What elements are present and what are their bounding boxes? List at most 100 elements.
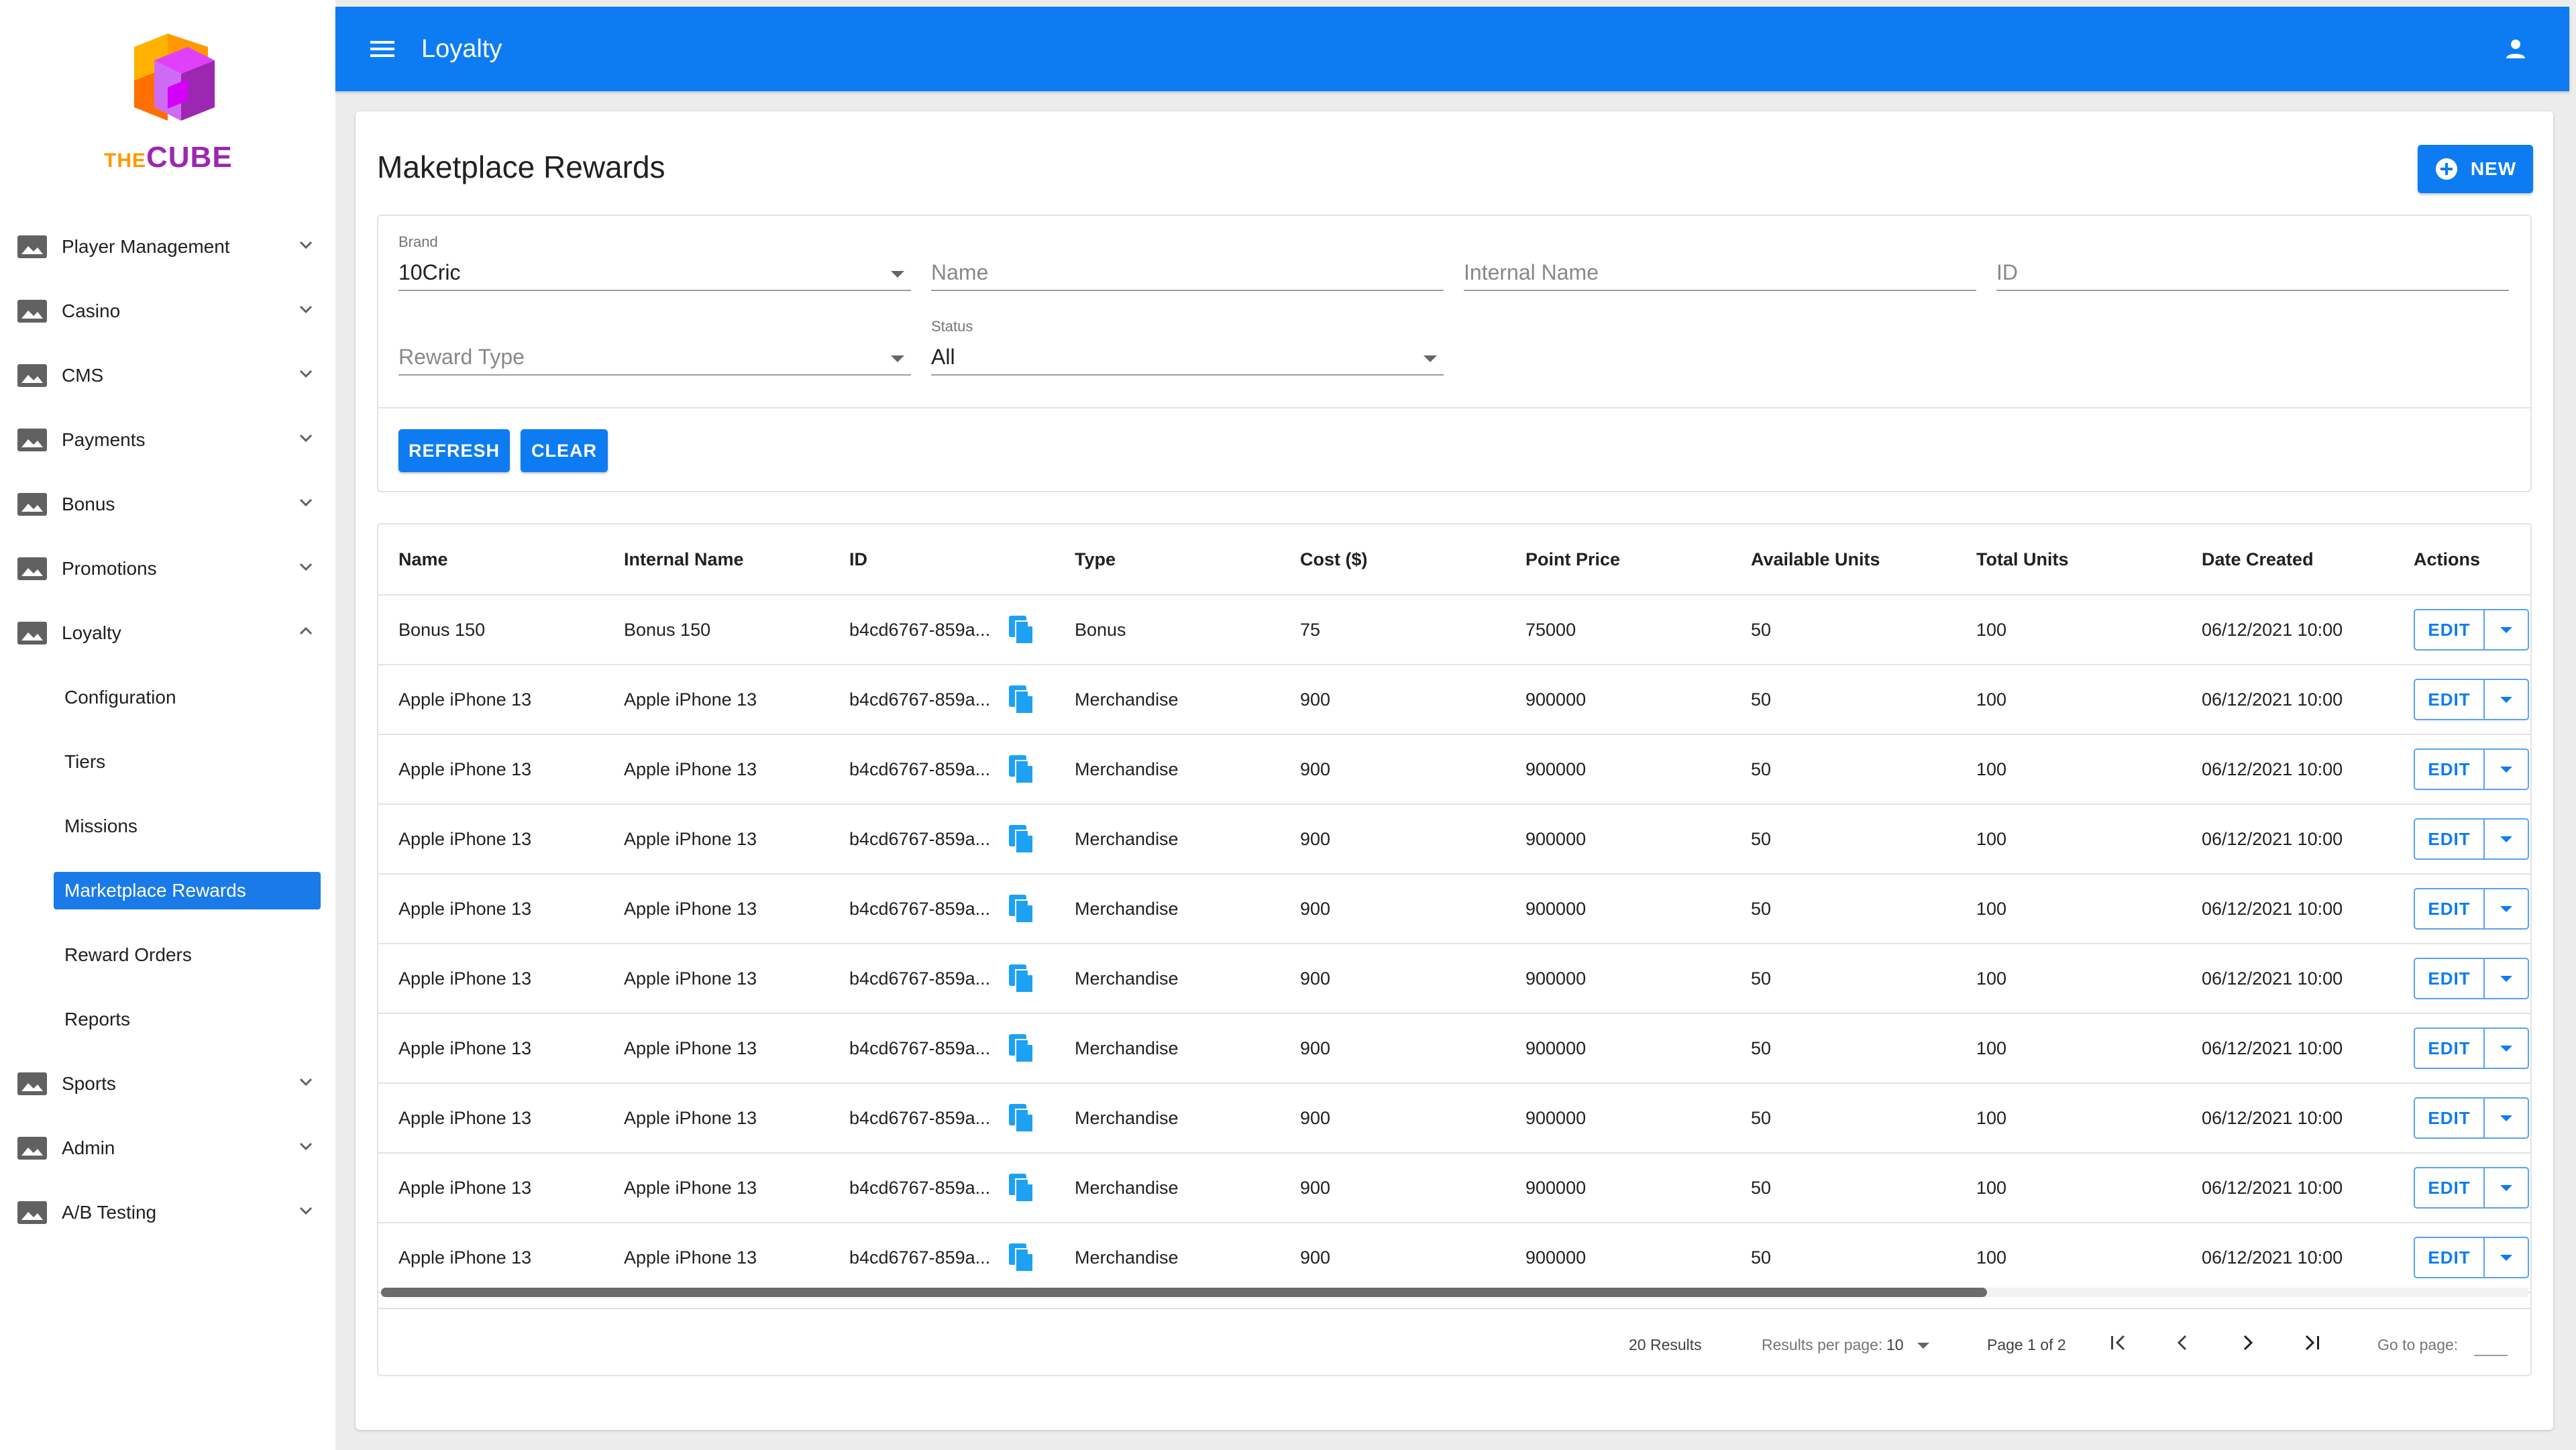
copy-icon[interactable] bbox=[1008, 824, 1036, 856]
sidebar-subitem-reward-orders[interactable]: Reward Orders bbox=[0, 923, 335, 987]
refresh-button[interactable]: REFRESH bbox=[398, 429, 510, 472]
dropdown-arrow-icon bbox=[2500, 1115, 2512, 1121]
edit-button[interactable]: EDIT bbox=[2415, 1099, 2485, 1137]
dropdown-arrow-icon bbox=[2500, 1254, 2512, 1261]
edit-split-button: EDIT bbox=[2414, 1097, 2529, 1139]
copy-icon[interactable] bbox=[1008, 1172, 1036, 1205]
image-icon bbox=[17, 622, 47, 645]
copy-icon[interactable] bbox=[1008, 754, 1036, 786]
sidebar-item-payments[interactable]: Payments bbox=[0, 408, 335, 472]
copy-icon[interactable] bbox=[1008, 1242, 1036, 1274]
cell-id: b4cd6767-859a... bbox=[849, 1038, 991, 1058]
reward-type-select[interactable]: Reward Type bbox=[398, 302, 911, 376]
edit-dropdown-button[interactable] bbox=[2485, 1029, 2528, 1068]
edit-button[interactable]: EDIT bbox=[2415, 889, 2485, 928]
sidebar-item-loyalty[interactable]: Loyalty bbox=[0, 601, 335, 665]
id-input[interactable]: ID bbox=[1996, 217, 2509, 291]
sidebar-item-casino[interactable]: Casino bbox=[0, 279, 335, 343]
sidebar-item-player-management[interactable]: Player Management bbox=[0, 215, 335, 279]
sidebar-subitem-reports[interactable]: Reports bbox=[0, 987, 335, 1052]
column-header-name[interactable]: Name bbox=[398, 549, 448, 570]
column-header-internal-name[interactable]: Internal Name bbox=[624, 549, 744, 570]
edit-button[interactable]: EDIT bbox=[2415, 750, 2485, 789]
reward-type-placeholder: Reward Type bbox=[398, 345, 525, 369]
brand-select[interactable]: Brand 10Cric bbox=[398, 217, 911, 291]
sidebar-subitem-missions[interactable]: Missions bbox=[0, 794, 335, 858]
copy-icon[interactable] bbox=[1008, 963, 1036, 995]
edit-dropdown-button[interactable] bbox=[2485, 680, 2528, 719]
copy-icon[interactable] bbox=[1008, 1033, 1036, 1065]
edit-split-button: EDIT bbox=[2414, 888, 2529, 930]
new-button[interactable]: NEW bbox=[2418, 145, 2533, 193]
edit-button[interactable]: EDIT bbox=[2415, 959, 2485, 998]
edit-dropdown-button[interactable] bbox=[2485, 1168, 2528, 1207]
edit-button[interactable]: EDIT bbox=[2415, 1029, 2485, 1068]
results-per-page-select[interactable]: 10 bbox=[1886, 1336, 1929, 1354]
column-header-point-price[interactable]: Point Price bbox=[1525, 549, 1620, 570]
column-header-actions[interactable]: Actions bbox=[2414, 549, 2480, 570]
sidebar-item-sports[interactable]: Sports bbox=[0, 1052, 335, 1116]
column-header-id[interactable]: ID bbox=[849, 549, 867, 570]
cell-date: 06/12/2021 10:00 bbox=[2202, 689, 2343, 710]
chevron-down-icon bbox=[297, 1072, 315, 1096]
previous-page-icon[interactable] bbox=[2169, 1329, 2196, 1356]
horizontal-scrollbar-thumb[interactable] bbox=[381, 1288, 1987, 1297]
cell-points: 900000 bbox=[1525, 968, 1587, 989]
edit-dropdown-button[interactable] bbox=[2485, 889, 2528, 928]
thecube-logo[interactable]: THECUBE bbox=[101, 34, 235, 174]
sidebar-item-label: Promotions bbox=[62, 558, 157, 579]
table-header: Name Internal Name ID Type Cost ($) Point Pri… bbox=[378, 524, 2530, 596]
sidebar-item-label: CMS bbox=[62, 365, 104, 386]
cell-available: 50 bbox=[1751, 898, 1772, 919]
edit-dropdown-button[interactable] bbox=[2485, 820, 2528, 858]
edit-dropdown-button[interactable] bbox=[2485, 1099, 2528, 1137]
status-select[interactable]: Status All bbox=[931, 302, 1444, 376]
name-input[interactable]: Name bbox=[931, 217, 1444, 291]
sidebar-subitem-tiers[interactable]: Tiers bbox=[0, 730, 335, 794]
sidebar-item-bonus[interactable]: Bonus bbox=[0, 472, 335, 537]
image-icon bbox=[17, 235, 47, 258]
edit-button[interactable]: EDIT bbox=[2415, 1168, 2485, 1207]
internal-name-input[interactable]: Internal Name bbox=[1464, 217, 1976, 291]
column-header-total-units[interactable]: Total Units bbox=[1976, 549, 2069, 570]
cell-name: Apple iPhone 13 bbox=[398, 1247, 532, 1268]
first-page-icon[interactable] bbox=[2105, 1329, 2132, 1356]
sidebar-subitem-configuration[interactable]: Configuration bbox=[0, 665, 335, 730]
dropdown-arrow-icon bbox=[2500, 696, 2512, 703]
column-header-available-units[interactable]: Available Units bbox=[1751, 549, 1880, 570]
sidebar-item-a-b-testing[interactable]: A/B Testing bbox=[0, 1180, 335, 1245]
edit-dropdown-button[interactable] bbox=[2485, 1238, 2528, 1277]
column-header-date-created[interactable]: Date Created bbox=[2202, 549, 2314, 570]
column-header-type[interactable]: Type bbox=[1075, 549, 1116, 570]
chevron-down-icon bbox=[297, 557, 315, 581]
copy-icon[interactable] bbox=[1008, 893, 1036, 926]
column-header-cost[interactable]: Cost ($) bbox=[1300, 549, 1368, 570]
cell-id: b4cd6767-859a... bbox=[849, 1247, 991, 1268]
go-to-page-input[interactable] bbox=[2474, 1355, 2508, 1356]
next-page-icon[interactable] bbox=[2234, 1329, 2261, 1356]
edit-dropdown-button[interactable] bbox=[2485, 610, 2528, 649]
copy-icon[interactable] bbox=[1008, 684, 1036, 716]
sidebar-item-admin[interactable]: Admin bbox=[0, 1116, 335, 1180]
last-page-icon[interactable] bbox=[2298, 1329, 2325, 1356]
edit-dropdown-button[interactable] bbox=[2485, 959, 2528, 998]
edit-dropdown-button[interactable] bbox=[2485, 750, 2528, 789]
edit-button[interactable]: EDIT bbox=[2415, 610, 2485, 649]
sidebar-nav: Player Management Casino CMS Payments Bonus P… bbox=[0, 215, 335, 1245]
sidebar-item-promotions[interactable]: Promotions bbox=[0, 537, 335, 601]
edit-button[interactable]: EDIT bbox=[2415, 820, 2485, 858]
cell-type: Merchandise bbox=[1075, 828, 1179, 849]
edit-button[interactable]: EDIT bbox=[2415, 680, 2485, 719]
edit-button[interactable]: EDIT bbox=[2415, 1238, 2485, 1277]
sidebar-item-cms[interactable]: CMS bbox=[0, 343, 335, 408]
copy-icon[interactable] bbox=[1008, 614, 1036, 647]
cell-name: Apple iPhone 13 bbox=[398, 1107, 532, 1128]
cell-type: Merchandise bbox=[1075, 689, 1179, 710]
cell-cost: 900 bbox=[1300, 1107, 1331, 1128]
hamburger-icon[interactable] bbox=[368, 37, 397, 61]
copy-icon[interactable] bbox=[1008, 1103, 1036, 1135]
sidebar-item-label: Player Management bbox=[62, 236, 230, 257]
clear-button[interactable]: CLEAR bbox=[521, 429, 608, 472]
account-icon[interactable] bbox=[2502, 36, 2529, 62]
sidebar-subitem-marketplace-rewards[interactable]: Marketplace Rewards bbox=[54, 872, 321, 909]
